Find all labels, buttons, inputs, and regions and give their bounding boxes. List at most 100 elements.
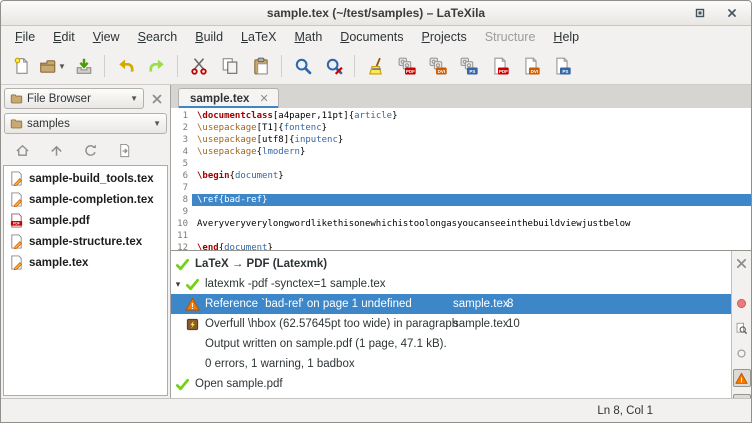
editor-line[interactable]: 4\usepackage{lmodern}: [171, 146, 751, 158]
build-row[interactable]: Open sample.pdf: [171, 374, 731, 394]
editor-line[interactable]: 2\usepackage[T1]{fontenc}: [171, 122, 751, 134]
cut-button[interactable]: [183, 52, 214, 81]
build-row[interactable]: Overfull \hbox (62.57645pt too wide) in …: [171, 314, 731, 334]
side-panel-close-button[interactable]: [147, 89, 167, 109]
editor-line[interactable]: 9: [171, 206, 751, 218]
menu-latex[interactable]: LaTeX: [232, 28, 285, 46]
build-icon: PDF: [398, 57, 416, 75]
window-buttons: [693, 1, 739, 25]
line-content: [192, 206, 751, 218]
menu-math[interactable]: Math: [285, 28, 331, 46]
copy-button[interactable]: [214, 52, 245, 81]
stop-execution-button[interactable]: [733, 294, 751, 312]
build-row[interactable]: !Reference `bad-ref' on page 1 undefined…: [171, 294, 731, 314]
close-build-panel-button[interactable]: [733, 254, 751, 272]
file-item[interactable]: sample.tex: [4, 252, 167, 273]
side-panel-selector[interactable]: File Browser ▼: [4, 88, 144, 109]
close-button[interactable]: [725, 6, 739, 20]
editor-line[interactable]: 10Averyveryverylongwordlikethisonewhichi…: [171, 218, 751, 230]
open-document-button[interactable]: ▼: [37, 52, 68, 81]
file-browser-list[interactable]: sample-build_tools.texsample-completion.…: [3, 165, 168, 396]
file-item[interactable]: PDF sample.pdf: [4, 210, 167, 231]
refresh-button[interactable]: [79, 140, 101, 160]
build-row[interactable]: ▾ latexmk -pdf -synctex=1 sample.tex: [171, 274, 731, 294]
build-message: latexmk -pdf -synctex=1 sample.tex: [205, 278, 386, 290]
menu-help[interactable]: Help: [544, 28, 588, 46]
file-name: sample.pdf: [29, 215, 90, 227]
show-errors-button[interactable]: [733, 344, 751, 362]
build-pdf-button[interactable]: PDF: [391, 52, 422, 81]
view-pdf-button[interactable]: PDF: [484, 52, 515, 81]
file-item[interactable]: sample-structure.tex: [4, 231, 167, 252]
editor-line[interactable]: 8\ref{bad-ref}: [171, 194, 751, 206]
home-button[interactable]: [11, 140, 33, 160]
svg-text:PDF: PDF: [13, 222, 20, 226]
show-details-button[interactable]: [733, 319, 751, 337]
search-button[interactable]: [287, 52, 318, 81]
editor-line[interactable]: 12\end{document}: [171, 242, 751, 250]
build-dvi-button[interactable]: DVI: [422, 52, 453, 81]
redo-button[interactable]: [141, 52, 172, 81]
editor-line[interactable]: 3\usepackage[utf8]{inputenc}: [171, 134, 751, 146]
menu-file[interactable]: File: [6, 28, 44, 46]
directory-selector-row: samples ▼: [1, 110, 170, 135]
file-item[interactable]: sample-completion.tex: [4, 189, 167, 210]
view-ps-button[interactable]: PS: [546, 52, 577, 81]
line-number: 1: [171, 110, 192, 122]
maximize-button[interactable]: [693, 6, 707, 20]
latexila-window: sample.tex (~/test/samples) – LaTeXila F…: [0, 0, 752, 423]
editor-line[interactable]: 6\begin{document}: [171, 170, 751, 182]
search-replace-button[interactable]: [318, 52, 349, 81]
menu-build[interactable]: Build: [186, 28, 232, 46]
toolbar-separator: [354, 55, 355, 77]
details-icon: [735, 322, 748, 335]
status-bar: Ln 8, Col 1: [1, 398, 751, 422]
new-document-button[interactable]: [6, 52, 37, 81]
build-message: Overfull \hbox (62.57645pt too wide) in …: [205, 318, 458, 330]
code-editor[interactable]: 1\documentclass[a4paper,11pt]{article}2\…: [171, 108, 751, 250]
file-item[interactable]: sample-build_tools.tex: [4, 168, 167, 189]
show-warnings-button[interactable]: !: [733, 369, 751, 387]
chevron-down-icon: ▼: [130, 94, 138, 103]
build-panel: LaTeX → PDF (Latexmk) ▾ latexmk -pdf -sync…: [171, 250, 751, 398]
build-row[interactable]: Output written on sample.pdf (1 page, 47…: [171, 334, 731, 354]
check-icon: [185, 277, 200, 292]
menu-documents[interactable]: Documents: [331, 28, 412, 46]
directory-name: samples: [27, 118, 70, 130]
svg-text:PS: PS: [469, 69, 475, 74]
titlebar[interactable]: sample.tex (~/test/samples) – LaTeXila: [1, 1, 751, 26]
editor-line[interactable]: 11: [171, 230, 751, 242]
menu-search[interactable]: Search: [129, 28, 187, 46]
tab-sample-tex[interactable]: sample.tex ✕: [178, 88, 279, 108]
build-row[interactable]: LaTeX → PDF (Latexmk): [171, 254, 731, 274]
editor-line[interactable]: 5: [171, 158, 751, 170]
build-icon: DVI: [429, 57, 447, 75]
line-number: 8: [171, 194, 192, 206]
cursor-position: Ln 8, Col 1: [597, 405, 653, 417]
save-button[interactable]: [68, 52, 99, 81]
paste-button[interactable]: [245, 52, 276, 81]
warning-icon: !: [735, 372, 748, 385]
copy-icon: [221, 57, 239, 75]
undo-button[interactable]: [110, 52, 141, 81]
goto-active-document-button[interactable]: [113, 140, 135, 160]
parent-directory-button[interactable]: [45, 140, 67, 160]
editor-line[interactable]: 1\documentclass[a4paper,11pt]{article}: [171, 110, 751, 122]
view-dvi-button[interactable]: DVI: [515, 52, 546, 81]
menu-view[interactable]: View: [84, 28, 129, 46]
clean-button[interactable]: [360, 52, 391, 81]
editor-line[interactable]: 7: [171, 182, 751, 194]
build-row[interactable]: 0 errors, 1 warning, 1 badbox: [171, 354, 731, 374]
menu-structure[interactable]: Structure: [476, 28, 545, 46]
build-output-list[interactable]: LaTeX → PDF (Latexmk) ▾ latexmk -pdf -sync…: [171, 251, 731, 398]
build-message: Output written on sample.pdf (1 page, 47…: [205, 338, 447, 350]
chevron-down-icon[interactable]: ▼: [58, 62, 66, 71]
directory-selector[interactable]: samples ▼: [4, 113, 167, 134]
build-icon: PS: [460, 57, 478, 75]
menu-projects[interactable]: Projects: [413, 28, 476, 46]
expander-icon[interactable]: ▾: [171, 279, 185, 290]
tab-close-icon[interactable]: ✕: [259, 92, 268, 105]
folder-icon: [10, 117, 23, 130]
menu-edit[interactable]: Edit: [44, 28, 84, 46]
build-ps-button[interactable]: PS: [453, 52, 484, 81]
